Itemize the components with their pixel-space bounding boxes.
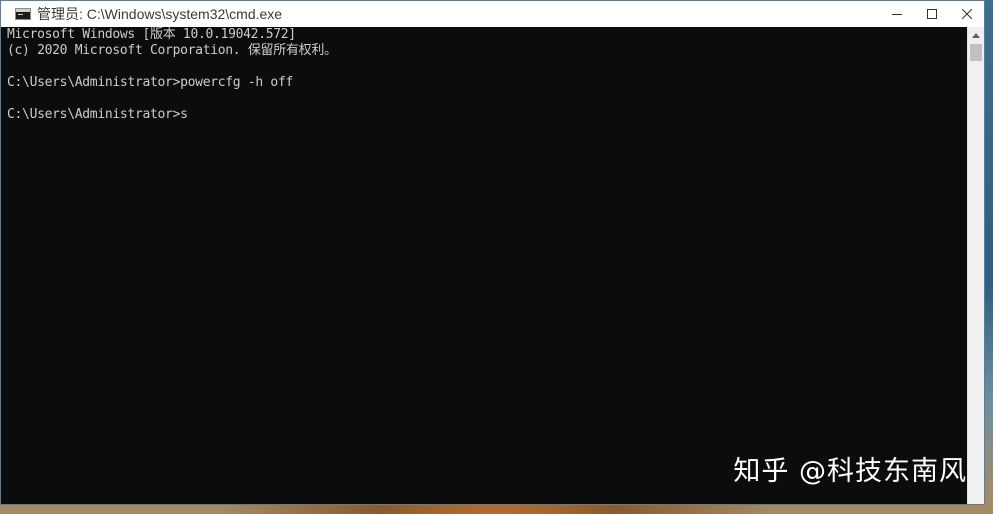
- watermark: 知乎 @科技东南风: [733, 456, 967, 487]
- close-button[interactable]: [949, 1, 984, 27]
- cmd-app-icon[interactable]: [15, 8, 31, 20]
- minimize-icon: [891, 14, 902, 15]
- console-line: (c) 2020 Microsoft Corporation. 保留所有权利。: [7, 43, 337, 58]
- title-bar[interactable]: 管理员: C:\Windows\system32\cmd.exe: [1, 1, 984, 27]
- close-icon: [961, 9, 972, 19]
- console-prompt-line[interactable]: C:\Users\Administrator>s: [7, 107, 968, 123]
- console-output[interactable]: Microsoft Windows [版本 10.0.19042.572] (c…: [1, 27, 968, 504]
- maximize-button[interactable]: [914, 1, 949, 27]
- maximize-icon: [926, 9, 937, 19]
- scroll-up-button[interactable]: [968, 27, 984, 44]
- window-controls: [879, 1, 984, 27]
- scroll-thumb[interactable]: [970, 44, 982, 61]
- vertical-scrollbar[interactable]: [967, 27, 984, 504]
- console-line: Microsoft Windows [版本 10.0.19042.572]: [7, 27, 296, 42]
- scroll-up-arrow-icon: [972, 33, 980, 38]
- cmd-window[interactable]: 管理员: C:\Windows\system32\cmd.exe Microso…: [0, 0, 985, 505]
- minimize-button[interactable]: [879, 1, 914, 27]
- window-title: 管理员: C:\Windows\system32\cmd.exe: [37, 6, 283, 22]
- console-line: C:\Users\Administrator>powercfg -h off: [7, 75, 294, 90]
